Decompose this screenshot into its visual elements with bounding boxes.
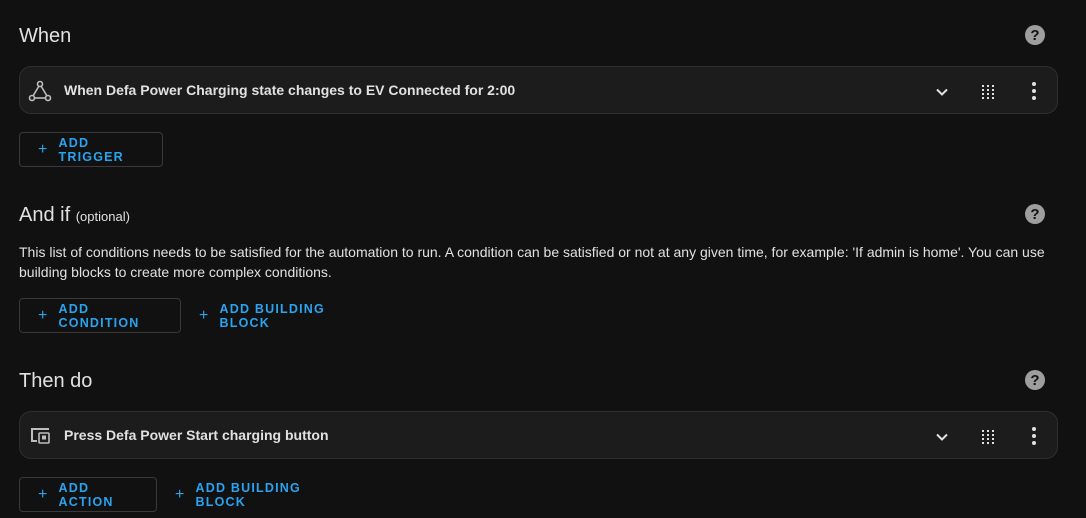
plus-icon: + xyxy=(38,306,49,324)
drag-handle-icon[interactable] xyxy=(978,427,998,447)
drag-handle-icon[interactable] xyxy=(978,82,998,102)
plus-icon: + xyxy=(38,140,49,158)
more-vert-icon[interactable] xyxy=(1024,424,1044,448)
when-title: When xyxy=(19,25,72,47)
add-condition-button[interactable]: + ADD CONDITION xyxy=(19,298,181,333)
then-do-help-icon[interactable]: ? xyxy=(1025,370,1045,390)
add-condition-label: ADD CONDITION xyxy=(58,301,140,330)
add-condition-building-block-label: ADD BUILDING BLOCK xyxy=(219,301,325,330)
then-do-title: Then do xyxy=(19,370,93,392)
plus-icon: + xyxy=(38,485,49,503)
plus-icon: + xyxy=(199,306,210,324)
add-trigger-button[interactable]: + ADD TRIGGER xyxy=(19,132,163,167)
and-if-help-icon[interactable]: ? xyxy=(1025,204,1045,224)
device-icon xyxy=(31,428,50,444)
add-trigger-label: ADD TRIGGER xyxy=(58,135,124,164)
add-action-label: ADD ACTION xyxy=(58,480,114,509)
action-card[interactable]: Press Defa Power Start charging button xyxy=(19,411,1058,459)
add-condition-building-block-button[interactable]: + ADD BUILDING BLOCK xyxy=(181,298,381,333)
trigger-card[interactable]: When Defa Power Charging state changes t… xyxy=(19,66,1058,114)
and-if-heading: And if (optional) xyxy=(19,204,130,227)
when-heading: When xyxy=(19,25,71,48)
action-label: Press Defa Power Start charging button xyxy=(64,427,329,443)
then-do-heading: Then do xyxy=(19,370,92,393)
when-help-icon[interactable]: ? xyxy=(1025,25,1045,45)
add-action-building-block-button[interactable]: + ADD BUILDING BLOCK xyxy=(157,477,357,512)
chevron-down-icon[interactable] xyxy=(932,427,952,447)
plus-icon: + xyxy=(175,485,186,503)
and-if-title: And if xyxy=(19,204,71,226)
trigger-label: When Defa Power Charging state changes t… xyxy=(64,82,516,98)
optional-label: (optional) xyxy=(75,209,130,224)
chevron-down-icon[interactable] xyxy=(932,82,952,102)
trigger-graph-icon xyxy=(28,80,52,102)
add-action-button[interactable]: + ADD ACTION xyxy=(19,477,157,512)
more-vert-icon[interactable] xyxy=(1024,79,1044,103)
add-action-building-block-label: ADD BUILDING BLOCK xyxy=(195,480,301,509)
conditions-description: This list of conditions needs to be sati… xyxy=(19,244,1045,280)
